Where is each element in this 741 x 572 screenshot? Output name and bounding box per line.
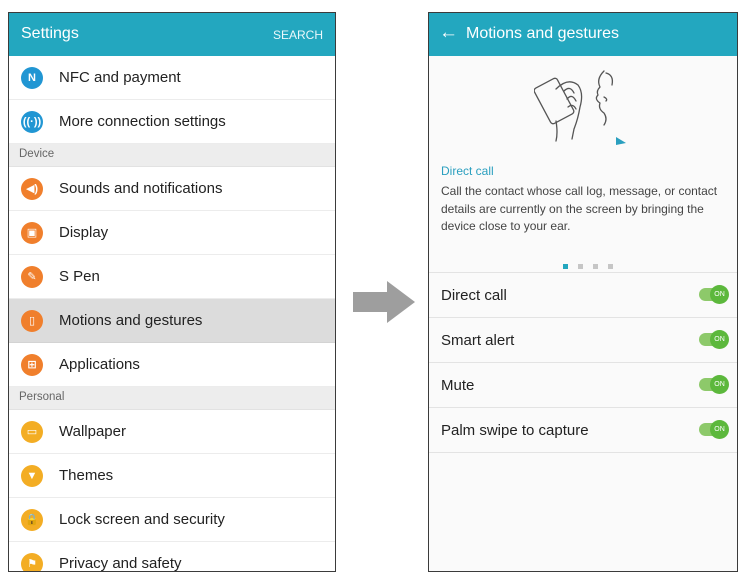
apps-icon: ⊞ xyxy=(21,354,43,376)
settings-app-bar: Settings SEARCH xyxy=(9,13,335,56)
toggle-row-palm-swipe-to-capture[interactable]: Palm swipe to capture ON xyxy=(429,408,737,453)
transition-arrow-icon xyxy=(353,281,415,323)
settings-item-label: More connection settings xyxy=(59,113,226,130)
switch-on-indicator: ON xyxy=(710,375,729,394)
settings-item-label: Display xyxy=(59,224,109,241)
page-dot[interactable] xyxy=(578,264,583,269)
display-icon: ▣ xyxy=(21,222,43,244)
lock-icon: 🔒 xyxy=(21,509,43,531)
switch-on-indicator: ON xyxy=(710,420,729,439)
motions-title: Motions and gestures xyxy=(466,25,619,42)
palm-swipe-switch[interactable]: ON xyxy=(699,420,729,439)
settings-item-s-pen[interactable]: ✎ S Pen xyxy=(9,255,335,299)
page-dot[interactable] xyxy=(593,264,598,269)
settings-item-motions-and-gestures[interactable]: ▯ Motions and gestures xyxy=(9,299,335,343)
settings-item-label: Sounds and notifications xyxy=(59,180,223,197)
privacy-icon: ⚑ xyxy=(21,553,43,571)
settings-item-label: NFC and payment xyxy=(59,69,181,86)
settings-item-label: Privacy and safety xyxy=(59,555,182,572)
motion-icon: ▯ xyxy=(21,310,43,332)
settings-item-label: S Pen xyxy=(59,268,100,285)
settings-item-themes[interactable]: ▼ Themes xyxy=(9,454,335,498)
motions-gestures-screen: ← Motions and gestures Direct call Call … xyxy=(428,12,738,572)
mute-switch[interactable]: ON xyxy=(699,375,729,394)
settings-item-privacy-and-safety[interactable]: ⚑ Privacy and safety xyxy=(9,542,335,572)
settings-title: Settings xyxy=(21,25,79,42)
section-header-personal: Personal xyxy=(9,387,335,410)
settings-item-nfc-and-payment[interactable]: N NFC and payment xyxy=(9,56,335,100)
connection-icon: ((·)) xyxy=(21,111,43,133)
nfc-icon: N xyxy=(21,67,43,89)
settings-item-label: Applications xyxy=(59,356,140,373)
direct-call-switch[interactable]: ON xyxy=(699,285,729,304)
pen-icon: ✎ xyxy=(21,266,43,288)
page-dot[interactable] xyxy=(608,264,613,269)
section-header-device: Device xyxy=(9,144,335,167)
toggle-row-mute[interactable]: Mute ON xyxy=(429,363,737,408)
settings-item-more-connection-settings[interactable]: ((·)) More connection settings xyxy=(9,100,335,144)
toggle-label: Smart alert xyxy=(441,332,515,349)
settings-item-lock-screen-and-security[interactable]: 🔒 Lock screen and security xyxy=(9,498,335,542)
motions-app-bar: ← Motions and gestures xyxy=(429,13,737,56)
themes-icon: ▼ xyxy=(21,465,43,487)
wallpaper-icon: ▭ xyxy=(21,421,43,443)
toggle-label: Mute xyxy=(441,377,475,394)
direct-call-illustration-icon xyxy=(534,70,626,145)
feature-description: Call the contact whose call log, message… xyxy=(441,184,718,233)
smart-alert-switch[interactable]: ON xyxy=(699,330,729,349)
settings-item-label: Lock screen and security xyxy=(59,511,225,528)
feature-title: Direct call xyxy=(441,164,494,178)
settings-item-sounds-and-notifications[interactable]: ◀) Sounds and notifications xyxy=(9,167,335,211)
speaker-icon: ◀) xyxy=(21,178,43,200)
settings-item-display[interactable]: ▣ Display xyxy=(9,211,335,255)
settings-item-applications[interactable]: ⊞ Applications xyxy=(9,343,335,387)
switch-on-indicator: ON xyxy=(710,285,729,304)
toggle-row-smart-alert[interactable]: Smart alert ON xyxy=(429,318,737,363)
settings-item-label: Motions and gestures xyxy=(59,312,203,329)
search-button[interactable]: SEARCH xyxy=(273,28,323,42)
toggle-row-direct-call[interactable]: Direct call ON xyxy=(429,273,737,318)
page-dot-active[interactable] xyxy=(563,264,568,269)
settings-item-wallpaper[interactable]: ▭ Wallpaper xyxy=(9,410,335,454)
back-arrow-icon[interactable]: ← xyxy=(439,22,458,44)
settings-screen: Settings SEARCH N NFC and payment ((·)) … xyxy=(8,12,336,572)
switch-on-indicator: ON xyxy=(710,330,729,349)
settings-item-label: Themes xyxy=(59,467,114,484)
settings-item-label: Wallpaper xyxy=(59,423,126,440)
toggle-label: Direct call xyxy=(441,287,507,304)
toggle-label: Palm swipe to capture xyxy=(441,422,589,439)
